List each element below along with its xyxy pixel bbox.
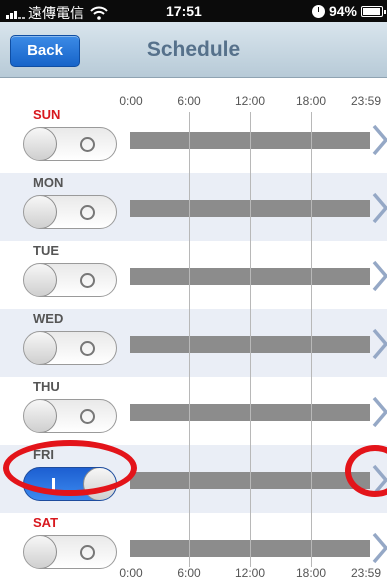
grid-line-18h [311,112,312,567]
highlight-circle-toggle [3,440,137,496]
status-left: 遠傳電信 [6,3,108,23]
page-title: Schedule [146,38,241,61]
toggle-off-icon [80,137,95,152]
navigation-bar: Back Schedule [0,22,387,78]
axis-tick-label: 23:59 [350,566,382,580]
day-label: TUE [33,243,59,258]
toggle-knob [24,400,57,432]
day-toggle-sat[interactable] [23,535,117,569]
status-right: 94% [311,3,386,19]
axis-tick-label: 0:00 [119,566,143,580]
axis-tick-label: 6:00 [177,566,201,580]
status-time: 17:51 [166,3,202,19]
battery-percent: 94% [328,3,357,19]
day-toggle-mon[interactable] [23,195,117,229]
toggle-off-icon [80,341,95,356]
day-label: WED [33,311,64,326]
day-label: MON [33,175,64,190]
day-toggle-sun[interactable] [23,127,117,161]
day-toggle-thu[interactable] [23,399,117,433]
grid-line-12h [250,112,251,567]
day-row-wed: WED [0,309,387,377]
chevron-right-icon[interactable] [370,326,387,362]
alarm-clock-icon [311,4,325,18]
axis-tick-label: 12:00 [234,566,266,580]
carrier-name: 遠傳電信 [28,5,84,21]
day-row-sun: SUN [0,105,387,173]
chevron-right-icon[interactable] [370,530,387,566]
day-row-mon: MON [0,173,387,241]
toggle-knob [24,332,57,364]
chevron-right-icon[interactable] [370,122,387,158]
toggle-knob [24,536,57,568]
chevron-right-icon[interactable] [370,190,387,226]
toggle-off-icon [80,409,95,424]
toggle-knob [24,264,57,296]
toggle-off-icon [80,273,95,288]
toggle-knob [24,196,57,228]
toggle-knob [24,128,57,160]
day-toggle-tue[interactable] [23,263,117,297]
chevron-right-icon[interactable] [370,394,387,430]
day-row-thu: THU [0,377,387,445]
day-toggle-wed[interactable] [23,331,117,365]
grid-line-6h [189,112,190,567]
day-label: SAT [33,515,59,530]
time-axis-bottom: 0:00 6:00 12:00 18:00 23:59 [0,566,387,582]
day-label: SUN [33,107,61,122]
day-row-tue: TUE [0,241,387,309]
chevron-right-icon[interactable] [370,258,387,294]
toggle-off-icon [80,545,95,560]
day-label: THU [33,379,60,394]
signal-icon [6,7,25,19]
axis-tick-label: 18:00 [295,566,327,580]
toggle-off-icon [80,205,95,220]
status-bar: 遠傳電信 17:51 94% [0,0,387,22]
battery-icon [361,5,386,17]
wifi-icon [90,6,108,20]
